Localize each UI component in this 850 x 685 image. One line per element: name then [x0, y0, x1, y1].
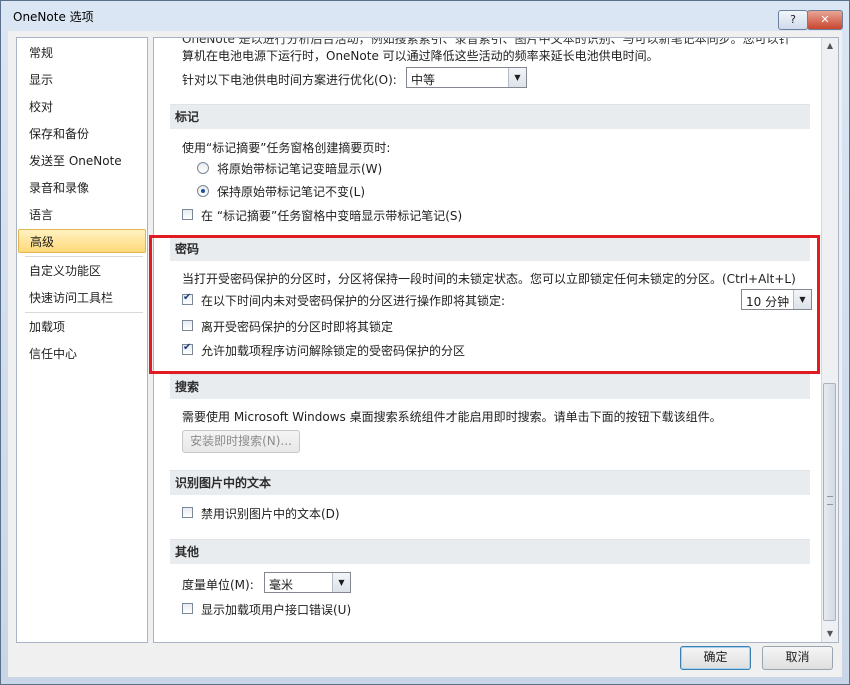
battery-optimize-dropdown[interactable]: 中等 ▼	[406, 67, 527, 88]
auto-lock-time-dropdown[interactable]: 10 分钟 ▼	[741, 289, 812, 310]
window-title: OneNote 选项	[13, 10, 94, 24]
nav-item-general[interactable]: 常规	[18, 41, 146, 65]
lock-on-leave-checkbox[interactable]	[182, 320, 193, 331]
section-header-passwords: 密码	[170, 236, 810, 261]
auto-lock-checkbox[interactable]	[182, 292, 193, 305]
section-header-tags: 标记	[170, 104, 810, 129]
battery-description-line1: OneNote 是以进行分析后台活动，例如搜索索引、录音索引、图片中文本的识别、…	[182, 37, 791, 46]
nav-item-proofing[interactable]: 校对	[18, 95, 146, 119]
nav-item-advanced[interactable]: 高级	[18, 229, 146, 253]
disable-ocr-checkbox[interactable]	[182, 507, 193, 518]
dim-in-summary-label[interactable]: 在 “标记摘要”任务窗格中变暗显示带标记笔记(S)	[201, 207, 462, 224]
show-addin-errors-label[interactable]: 显示加载项用户接口错误(U)	[201, 601, 351, 618]
dialog-body: 常规 显示 校对 保存和备份 发送至 OneNote 录音和录像 语言 高级 自…	[8, 31, 842, 677]
allow-addins-access-label[interactable]: 允许加载项程序访问解除锁定的受密码保护的分区	[201, 342, 465, 359]
nav-item-trust-center[interactable]: 信任中心	[18, 342, 146, 366]
scroll-up-icon[interactable]: ▲	[822, 38, 838, 54]
nav-item-save-backup[interactable]: 保存和备份	[18, 122, 146, 146]
help-button[interactable]: ?	[778, 10, 808, 30]
nav-item-language[interactable]: 语言	[18, 203, 146, 227]
keep-tagged-notes-radio[interactable]	[197, 185, 209, 197]
advanced-options-panel: OneNote 是以进行分析后台活动，例如搜索索引、录音索引、图片中文本的识别、…	[153, 37, 839, 643]
allow-addins-access-checkbox[interactable]	[182, 342, 193, 355]
show-addin-errors-checkbox[interactable]	[182, 603, 193, 614]
section-header-ocr: 识别图片中的文本	[170, 470, 810, 495]
install-instant-search-button[interactable]: 安装即时搜索(N)...	[182, 430, 300, 453]
section-header-other: 其他	[170, 539, 810, 564]
title-bar: OneNote 选项 ? ✕	[1, 1, 849, 31]
dim-tagged-notes-radio[interactable]	[197, 162, 209, 174]
search-description: 需要使用 Microsoft Windows 桌面搜索系统组件才能启用即时搜索。…	[182, 410, 722, 424]
scroll-thumb[interactable]	[823, 383, 836, 621]
nav-separator	[25, 256, 143, 257]
grip-icon	[827, 496, 833, 505]
measurement-unit-label: 度量单位(M):	[182, 578, 254, 592]
nav-item-customize-ribbon[interactable]: 自定义功能区	[18, 259, 146, 283]
cancel-button[interactable]: 取消	[762, 646, 833, 670]
content-scrollbar[interactable]: ▲ ▼	[821, 38, 838, 642]
nav-item-audio-video[interactable]: 录音和录像	[18, 176, 146, 200]
nav-separator	[25, 312, 143, 313]
keep-tagged-notes-label[interactable]: 保持原始带标记笔记不变(L)	[217, 183, 365, 200]
chevron-down-icon: ▼	[508, 68, 526, 87]
battery-optimize-label: 针对以下电池供电时间方案进行优化(O):	[182, 73, 397, 87]
nav-item-display[interactable]: 显示	[18, 68, 146, 92]
nav-item-quick-access-toolbar[interactable]: 快速访问工具栏	[18, 286, 146, 310]
chevron-down-icon: ▼	[793, 290, 811, 309]
section-header-search: 搜索	[170, 374, 810, 399]
dim-tagged-notes-label[interactable]: 将原始带标记笔记变暗显示(W)	[217, 160, 382, 177]
battery-description-line2: 算机在电池电源下运行时，OneNote 可以通过降低这些活动的频率来延长电池供电…	[182, 49, 659, 63]
close-button[interactable]: ✕	[807, 10, 843, 30]
category-list: 常规 显示 校对 保存和备份 发送至 OneNote 录音和录像 语言 高级 自…	[16, 37, 148, 643]
tags-intro-text: 使用“标记摘要”任务窗格创建摘要页时:	[182, 141, 391, 155]
ok-button[interactable]: 确定	[680, 646, 751, 670]
options-dialog: OneNote 选项 ? ✕ 常规 显示 校对 保存和备份 发送至 OneNot…	[0, 0, 850, 685]
lock-on-leave-label[interactable]: 离开受密码保护的分区时即将其锁定	[201, 318, 393, 335]
disable-ocr-label[interactable]: 禁用识别图片中的文本(D)	[201, 505, 340, 522]
nav-item-addins[interactable]: 加载项	[18, 315, 146, 339]
nav-item-send-to-onenote[interactable]: 发送至 OneNote	[18, 149, 146, 173]
battery-optimize-value: 中等	[411, 73, 436, 87]
password-description: 当打开受密码保护的分区时，分区将保持一段时间的未锁定状态。您可以立即锁定任何未锁…	[182, 272, 796, 286]
auto-lock-time-value: 10 分钟	[746, 295, 790, 309]
chevron-down-icon: ▼	[332, 573, 350, 592]
measurement-unit-value: 毫米	[269, 578, 294, 592]
dim-in-summary-checkbox[interactable]	[182, 209, 193, 220]
scroll-down-icon[interactable]: ▼	[822, 626, 838, 642]
auto-lock-label[interactable]: 在以下时间内未对受密码保护的分区进行操作即将其锁定:	[201, 292, 505, 309]
measurement-unit-dropdown[interactable]: 毫米 ▼	[264, 572, 351, 593]
